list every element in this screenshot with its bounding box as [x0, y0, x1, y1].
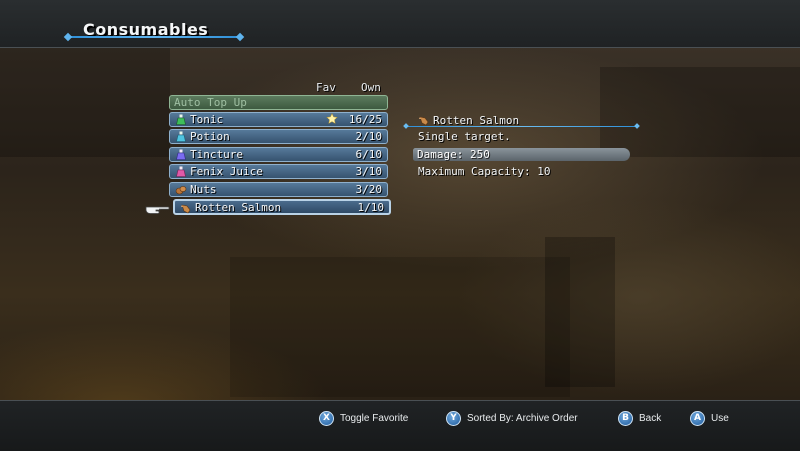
hand-pointer-icon [145, 206, 170, 214]
item-row-tincture[interactable]: Tincture 6/10 [169, 147, 388, 162]
column-header-own: Own [361, 81, 381, 94]
detail-underline [406, 126, 637, 127]
hint-label: Use [711, 412, 729, 424]
hint-label: Sorted By: Archive Order [467, 412, 578, 424]
favorite-star-icon [326, 113, 338, 124]
item-row-nuts[interactable]: Nuts 3/20 [169, 182, 388, 197]
x-button-icon: X [319, 410, 334, 426]
a-button-icon: A [690, 410, 705, 426]
fenix-juice-icon [176, 166, 186, 177]
item-name: Tincture [190, 148, 243, 161]
item-row-fenix-juice[interactable]: Fenix Juice 3/10 [169, 164, 388, 179]
detail-item-icon [419, 116, 429, 126]
item-row-potion[interactable]: Potion 2/10 [169, 129, 388, 144]
item-own-count: 1/10 [357, 201, 385, 214]
column-header-fav: Fav [316, 81, 336, 94]
tincture-flask-icon [176, 149, 186, 160]
hint-back[interactable]: B Back [618, 410, 661, 426]
item-own-count: 16/25 [348, 113, 382, 126]
hint-use[interactable]: A Use [690, 410, 729, 426]
item-name: Tonic [190, 113, 224, 126]
hint-label: Back [639, 412, 662, 424]
potion-flask-icon [176, 131, 186, 142]
item-name: Fenix Juice [190, 165, 263, 178]
tonic-flask-icon [176, 114, 186, 125]
hint-label: Toggle Favorite [340, 412, 409, 424]
item-own-count: 6/10 [355, 148, 383, 161]
item-name: Rotten Salmon [195, 201, 282, 214]
item-row-rotten-salmon[interactable]: Rotten Salmon 1/10 [173, 199, 391, 215]
hint-toggle-favorite[interactable]: X Toggle Favorite [319, 410, 408, 426]
hint-sort-order[interactable]: Y Sorted By: Archive Order [446, 410, 578, 426]
game-world-background [0, 47, 800, 400]
detail-description: Single target. [418, 130, 511, 143]
item-name: Potion [190, 130, 230, 143]
max-capacity-text: Maximum Capacity: 10 [418, 165, 551, 178]
nuts-icon [175, 186, 187, 195]
rotten-salmon-icon [181, 204, 191, 214]
y-button-icon: Y [446, 410, 461, 426]
damage-stat-bar: Damage: 250 [413, 148, 630, 161]
damage-stat-text: Damage: 250 [417, 148, 490, 161]
title-underline [68, 36, 240, 38]
item-name: Nuts [190, 183, 217, 196]
item-own-count: 2/10 [355, 130, 383, 143]
b-button-icon: B [618, 410, 633, 426]
auto-top-up-row[interactable]: Auto Top Up [169, 95, 388, 110]
auto-top-up-label: Auto Top Up [174, 96, 247, 109]
item-own-count: 3/20 [355, 183, 383, 196]
header-bar: Consumables [0, 0, 800, 48]
item-row-tonic[interactable]: Tonic 16/25 [169, 112, 388, 127]
item-own-count: 3/10 [355, 165, 383, 178]
